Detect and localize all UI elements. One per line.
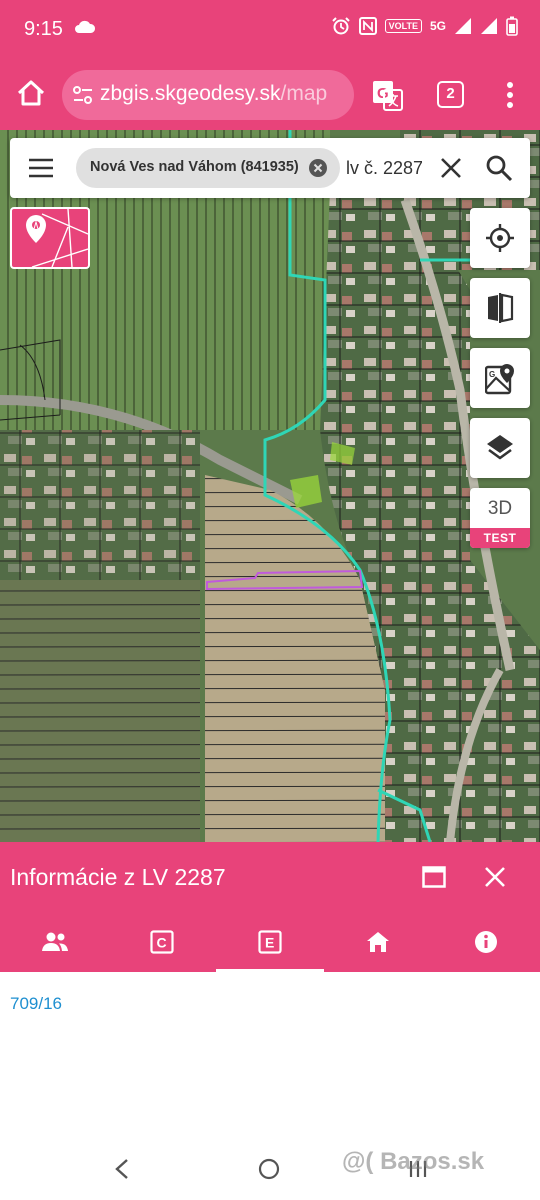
- map-layers-button[interactable]: [470, 418, 530, 478]
- compare-icon: [488, 293, 514, 323]
- watermark: @( Bazos.sk: [342, 1148, 485, 1175]
- compare-maps-button[interactable]: [470, 278, 530, 338]
- back-icon[interactable]: [112, 1158, 132, 1180]
- overflow-menu-icon[interactable]: [498, 80, 522, 110]
- svg-text:E: E: [265, 935, 274, 951]
- chip-remove-icon[interactable]: [308, 158, 328, 178]
- chip-label: Nová Ves nad Váhom (841935): [90, 159, 299, 175]
- url-path: /map: [280, 82, 328, 105]
- signal-icon: [455, 18, 471, 34]
- 3d-label: 3D: [487, 498, 513, 519]
- signal-icon-2: [481, 18, 497, 34]
- parcel-number-link[interactable]: 709/16: [10, 994, 62, 1014]
- parcel-pin-icon: [26, 209, 88, 267]
- map-pin-icon: G: [485, 364, 514, 395]
- status-time: 9:15: [24, 18, 63, 40]
- panel-title: Informácie z LV 2287: [10, 864, 226, 890]
- url-text: zbgis.skgeodesy.sk/map: [100, 82, 327, 106]
- parcel-map-thumbnail[interactable]: [10, 207, 90, 269]
- tab-buildings[interactable]: [324, 912, 432, 972]
- svg-text:C: C: [157, 935, 167, 951]
- tab-info[interactable]: [432, 912, 540, 972]
- tab-switcher-button[interactable]: 2: [437, 81, 464, 108]
- system-nav-bar: @( Bazos.sk: [0, 1132, 540, 1200]
- network-label: 5G: [429, 19, 446, 33]
- location-filter-chip[interactable]: Nová Ves nad Váhom (841935): [76, 148, 340, 188]
- hamburger-menu-icon[interactable]: [28, 156, 54, 180]
- map-search-bar: Nová Ves nad Váhom (841935): [10, 138, 530, 198]
- my-location-button[interactable]: [470, 208, 530, 268]
- google-maps-button[interactable]: G: [470, 348, 530, 408]
- close-panel-icon[interactable]: [484, 866, 506, 888]
- translate-icon[interactable]: G: [370, 78, 404, 112]
- maximize-icon[interactable]: [422, 866, 446, 888]
- svg-text:G: G: [489, 370, 495, 379]
- cloud-icon: [75, 20, 96, 33]
- test-badge: TEST: [470, 528, 530, 548]
- layers-icon: [487, 435, 513, 460]
- c-letter-icon: C: [150, 930, 174, 954]
- tab-e-register[interactable]: E: [216, 912, 324, 972]
- home-nav-icon[interactable]: [258, 1158, 280, 1180]
- site-settings-icon[interactable]: [72, 85, 94, 105]
- url-host: zbgis.skgeodesy.sk: [100, 82, 281, 105]
- info-panel-header: Informácie z LV 2287: [0, 842, 540, 912]
- people-icon: [42, 932, 68, 951]
- status-icons: VOLTE 5G: [331, 16, 518, 36]
- crosshair-icon: [486, 224, 514, 252]
- nfc-icon: [358, 17, 377, 35]
- tab-owners[interactable]: [0, 912, 108, 972]
- e-letter-icon: E: [258, 930, 282, 954]
- info-panel-content: 709/16: [0, 972, 540, 1132]
- 3d-view-button[interactable]: 3D TEST: [470, 488, 530, 548]
- browser-home-icon[interactable]: [14, 76, 48, 110]
- status-bar: 9:15 VOLTE 5G: [0, 0, 540, 62]
- browser-toolbar: zbgis.skgeodesy.sk/map G 2: [0, 62, 540, 130]
- info-icon: [475, 931, 497, 953]
- url-bar[interactable]: zbgis.skgeodesy.sk/map: [62, 70, 354, 120]
- search-icon[interactable]: [485, 154, 513, 182]
- volte-badge: VOLTE: [384, 19, 422, 33]
- info-tabs: C E: [0, 912, 540, 972]
- building-icon: [367, 932, 389, 952]
- svg-text:G: G: [377, 85, 389, 102]
- battery-icon: [506, 16, 518, 36]
- tab-c-register[interactable]: C: [108, 912, 216, 972]
- clear-search-icon[interactable]: [438, 155, 464, 181]
- search-input[interactable]: [346, 154, 422, 182]
- alarm-icon: [331, 17, 350, 35]
